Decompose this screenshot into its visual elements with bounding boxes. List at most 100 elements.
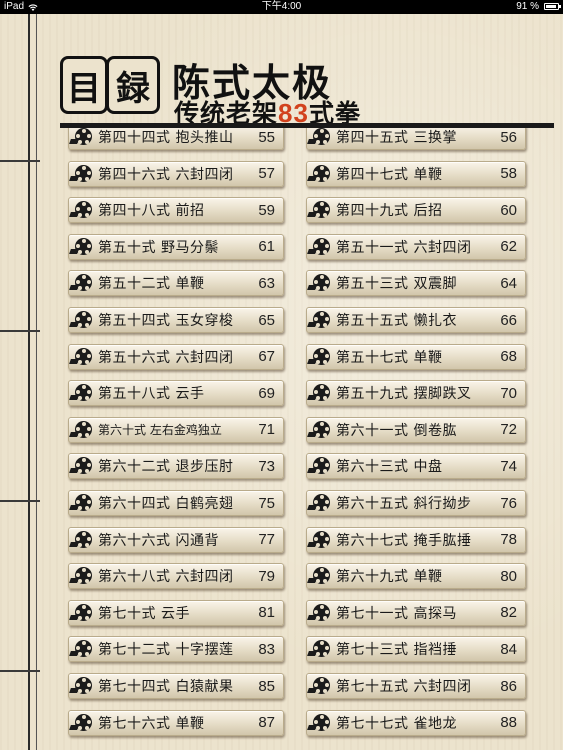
battery-icon — [544, 3, 561, 10]
seal-char: 目 — [60, 56, 108, 114]
chapter-entry-button[interactable]: 第五十二式 单鞭 63 — [68, 270, 284, 297]
page-number: 73 — [258, 457, 275, 475]
seal-char: 録 — [106, 56, 160, 114]
chapter-entry-button[interactable]: 第六十四式 白鹤亮翅 75 — [68, 490, 284, 516]
page-number: 63 — [258, 274, 275, 292]
chapter-title: 第六十一式 倒卷肱 — [336, 422, 457, 439]
contents-list[interactable]: 第四十四式 抱头推山 55 第四十五式 三换掌 56 第四十六式 六封四闭 57 第四十七式… — [0, 128, 563, 750]
chapter-title: 第四十七式 单鞭 — [336, 166, 443, 183]
page-number: 81 — [258, 604, 275, 622]
chapter-entry-button[interactable]: 第六十一式 倒卷肱 72 — [306, 416, 526, 443]
chapter-title: 第七十二式 十字摆莲 — [98, 642, 234, 659]
chapter-title: 第四十九式 后招 — [336, 203, 443, 220]
film-reel-icon — [69, 310, 95, 330]
chapter-entry-button[interactable]: 第五十六式 六封四闭 67 — [68, 343, 284, 370]
chapter-entry-button[interactable]: 第四十四式 抱头推山 55 — [68, 128, 284, 150]
chapter-entry-button[interactable]: 第四十七式 单鞭 58 — [306, 160, 526, 187]
film-reel-icon — [69, 603, 95, 623]
chapter-entry-button[interactable]: 第四十五式 三换掌 56 — [306, 128, 526, 150]
chapter-title: 第五十六式 六封四闭 — [98, 349, 234, 366]
chapter-entry-button[interactable]: 第五十三式 双震脚 64 — [306, 270, 526, 297]
film-reel-icon — [307, 713, 333, 733]
chapter-title: 第五十八式 云手 — [98, 386, 205, 403]
chapter-entry-button[interactable]: 第五十八式 云手 69 — [68, 380, 284, 407]
chapter-entry-button[interactable]: 第七十三式 指裆捶 84 — [306, 636, 526, 663]
chapter-entry-button[interactable]: 第六十八式 六封四闭 79 — [68, 563, 284, 590]
list-row: 第五十八式 云手 69 第五十九式 摆脚跌叉 70 — [0, 378, 563, 408]
film-reel-icon — [69, 383, 95, 403]
chapter-entry-button[interactable]: 第四十九式 后招 60 — [306, 197, 526, 224]
page-number: 88 — [500, 714, 517, 732]
list-row: 第五十四式 玉女穿梭 65 第五十五式 懒扎衣 66 — [0, 305, 563, 335]
list-row: 第五十二式 单鞭 63 第五十三式 双震脚 64 — [0, 268, 563, 298]
chapter-entry-button[interactable]: 第五十式 野马分鬃 61 — [68, 233, 284, 260]
page-number: 69 — [258, 384, 275, 402]
chapter-title: 第七十式 云手 — [98, 605, 190, 622]
page-number: 64 — [500, 274, 517, 292]
chapter-entry-button[interactable]: 第六十二式 退步压肘 73 — [68, 453, 284, 480]
list-row: 第六十式 左右金鸡独立 71 第六十一式 倒卷肱 72 — [0, 415, 563, 445]
film-reel-icon — [307, 164, 333, 184]
chapter-entry-button[interactable]: 第七十二式 十字摆莲 83 — [68, 636, 284, 663]
film-reel-icon — [307, 200, 333, 220]
chapter-entry-button[interactable]: 第六十六式 闪通背 77 — [68, 526, 284, 553]
chapter-entry-button[interactable]: 第五十九式 摆脚跌叉 70 — [306, 380, 526, 407]
film-reel-icon — [307, 347, 333, 367]
chapter-entry-button[interactable]: 第七十五式 六封四闭 86 — [306, 673, 526, 699]
film-reel-icon — [307, 530, 333, 550]
chapter-title: 第六十四式 白鹤亮翅 — [98, 496, 234, 512]
chapter-title: 第七十一式 高探马 — [336, 605, 457, 622]
film-reel-icon — [69, 347, 95, 367]
page-number: 74 — [500, 457, 517, 475]
film-reel-icon — [69, 200, 95, 220]
chapter-title: 第五十七式 单鞭 — [336, 349, 443, 366]
page-number: 86 — [500, 677, 517, 695]
chapter-entry-button[interactable]: 第五十五式 懒扎衣 66 — [306, 307, 526, 333]
list-row: 第七十式 云手 81 第七十一式 高探马 82 — [0, 598, 563, 628]
chapter-entry-button[interactable]: 第六十式 左右金鸡独立 71 — [68, 416, 284, 443]
chapter-entry-button[interactable]: 第七十七式 雀地龙 88 — [306, 709, 526, 736]
chapter-title: 第七十五式 六封四闭 — [336, 679, 472, 695]
chapter-entry-button[interactable]: 第四十六式 六封四闭 57 — [68, 160, 284, 187]
page-number: 75 — [258, 494, 275, 512]
page-number: 58 — [500, 165, 517, 183]
chapter-entry-button[interactable]: 第七十四式 白猿献果 85 — [68, 673, 284, 699]
chapter-title: 第五十二式 单鞭 — [98, 276, 205, 293]
chapter-entry-button[interactable]: 第七十六式 单鞭 87 — [68, 709, 284, 736]
page-number: 77 — [258, 531, 275, 549]
page-number: 80 — [500, 567, 517, 585]
battery-percentage: 91 % — [516, 1, 539, 12]
film-reel-icon — [307, 237, 333, 257]
chapter-title: 第六十二式 退步压肘 — [98, 459, 234, 476]
chapter-entry-button[interactable]: 第七十式 云手 81 — [68, 599, 284, 626]
chapter-entry-button[interactable]: 第六十九式 单鞭 80 — [306, 563, 526, 590]
chapter-title: 第六十五式 斜行拗步 — [336, 496, 472, 512]
list-row: 第四十六式 六封四闭 57 第四十七式 单鞭 58 — [0, 159, 563, 189]
chapter-entry-button[interactable]: 第六十五式 斜行拗步 76 — [306, 490, 526, 516]
chapter-entry-button[interactable]: 第七十一式 高探马 82 — [306, 599, 526, 626]
chapter-title: 第七十七式 雀地龙 — [336, 715, 457, 732]
chapter-title: 第五十五式 懒扎衣 — [336, 313, 457, 329]
chapter-entry-button[interactable]: 第五十一式 六封四闭 62 — [306, 233, 526, 260]
list-row: 第四十八式 前招 59 第四十九式 后招 60 — [0, 195, 563, 225]
chapter-title: 第六十七式 掩手肱捶 — [336, 532, 472, 549]
page-number: 57 — [258, 165, 275, 183]
page-number: 59 — [258, 201, 275, 219]
page-number: 82 — [500, 604, 517, 622]
chapter-entry-button[interactable]: 第五十四式 玉女穿梭 65 — [68, 307, 284, 333]
chapter-entry-button[interactable]: 第六十三式 中盘 74 — [306, 453, 526, 480]
page-number: 61 — [258, 238, 275, 256]
chapter-entry-button[interactable]: 第四十八式 前招 59 — [68, 197, 284, 224]
film-reel-icon — [69, 420, 95, 440]
list-row: 第六十二式 退步压肘 73 第六十三式 中盘 74 — [0, 451, 563, 481]
list-row: 第六十六式 闪通背 77 第六十七式 掩手肱捶 78 — [0, 525, 563, 555]
chapter-title: 第四十五式 三换掌 — [336, 130, 457, 146]
chapter-title: 第六十三式 中盘 — [336, 459, 443, 476]
chapter-entry-button[interactable]: 第五十七式 单鞭 68 — [306, 343, 526, 370]
page-number: 67 — [258, 348, 275, 366]
chapter-title: 第五十式 野马分鬃 — [98, 239, 219, 256]
film-reel-icon — [69, 456, 95, 476]
film-reel-icon — [307, 639, 333, 659]
chapter-entry-button[interactable]: 第六十七式 掩手肱捶 78 — [306, 526, 526, 553]
film-reel-icon — [69, 530, 95, 550]
